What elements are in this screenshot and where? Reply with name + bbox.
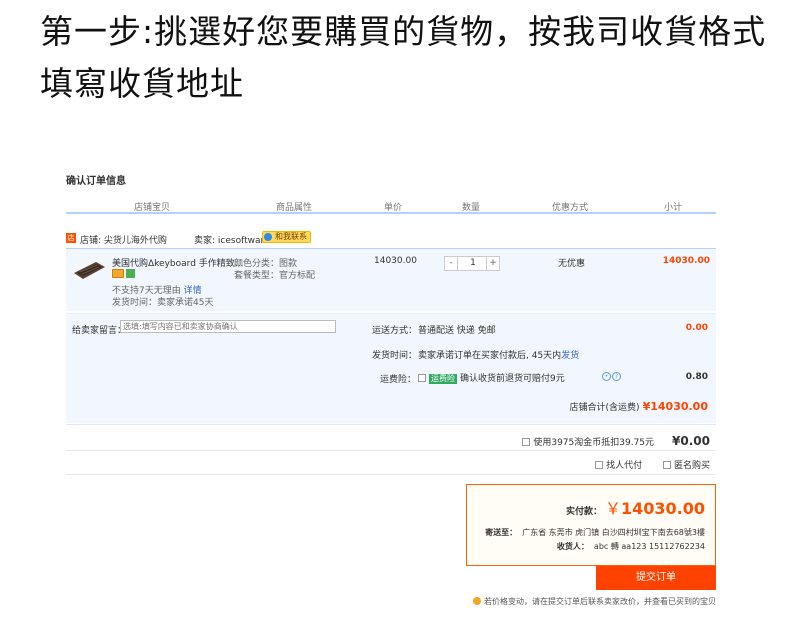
seller-message-input[interactable] xyxy=(120,320,336,333)
insurance-option: 运费险 确认收货前退货可赔付9元 xyxy=(418,371,565,384)
pay-for-me-option[interactable]: 找人代付 xyxy=(595,461,642,471)
warning-icon xyxy=(473,597,481,605)
order-item: 美国代购Δkeyboard 手作精致... 不支持7天无理由 详情 发货时间：卖… xyxy=(66,248,716,311)
insurance-label: 运费险： xyxy=(380,375,417,385)
item-ship-time: 发货时间：卖家承诺45天 xyxy=(112,298,214,308)
shipping-cost: 0.00 xyxy=(685,323,708,333)
contact-seller-button[interactable]: 和我联系 xyxy=(262,231,311,243)
insurance-cost: 0.80 xyxy=(685,372,708,382)
shipping-method[interactable]: 普通配送 快递 免邮 xyxy=(418,323,496,336)
receiver-info: 收货人： abc 轉 aa123 15112762234 xyxy=(556,542,705,551)
item-subtotal: 14030.00 xyxy=(662,256,710,266)
actual-payment-amount: 14030.00 xyxy=(620,499,705,518)
points-row: 使用3975淘金币抵扣39.75元 ¥0.00 xyxy=(410,434,710,448)
divider xyxy=(66,474,716,475)
payment-options: 找人代付 匿名购买 xyxy=(577,458,710,471)
order-details: 给卖家留言： 运送方式： 普通配送 快递 免邮 0.00 发货时间： 卖家承诺订… xyxy=(66,313,716,423)
guarantee-icon xyxy=(126,269,135,278)
insurance-text: 确认收货前退货可赔付9元 xyxy=(460,374,565,384)
shipping-label: 运送方式： xyxy=(372,326,418,336)
divider xyxy=(66,450,716,451)
help-icon[interactable]: ? xyxy=(612,372,621,381)
insurance-checkbox[interactable] xyxy=(418,374,426,382)
order-title: 确认订单信息 xyxy=(66,176,126,187)
anonymous-checkbox[interactable] xyxy=(662,461,671,469)
credit-card-icon xyxy=(112,269,124,278)
quantity-input[interactable]: 1 xyxy=(459,258,487,268)
shop-total-amount: ¥14030.00 xyxy=(642,400,708,413)
quantity-increase-button[interactable]: + xyxy=(486,257,499,270)
shop-icon: 店 xyxy=(66,233,76,243)
points-amount: ¥0.00 xyxy=(672,434,710,448)
delivery-label: 发货时间： xyxy=(372,351,418,361)
payment-summary: 实付款： ￥14030.00 寄送至： 广东省 东莞市 虎门镇 白沙四村圳宝下南去6… xyxy=(466,484,716,566)
item-discount: 无优惠 xyxy=(558,259,586,269)
actual-payment: 实付款： ￥14030.00 xyxy=(565,499,705,518)
insurance-tag: 运费险 xyxy=(429,374,457,384)
insurance-help-icons: •? xyxy=(602,371,622,381)
delivery-link[interactable]: 发货 xyxy=(561,351,579,361)
page-heading: 第一步:挑選好您要購買的貨物，按我司收貨格式填寫收貨地址 xyxy=(40,12,767,103)
keyboard-thumbnail[interactable] xyxy=(72,259,106,281)
shipping-address: 寄送至： 广东省 东莞市 虎门镇 白沙四村圳宝下南去68號3樓 xyxy=(485,528,705,537)
item-name-link[interactable]: 美国代购Δkeyboard 手作精致... xyxy=(112,256,243,269)
quantity-stepper: - 1 + xyxy=(444,256,500,271)
quantity-decrease-button[interactable]: - xyxy=(445,257,458,270)
points-checkbox[interactable] xyxy=(522,438,531,446)
delivery-promise: 卖家承诺订单在买家付款后, 45天内发货 xyxy=(418,351,580,361)
anonymous-purchase-option[interactable]: 匿名购买 xyxy=(662,461,710,471)
item-badges xyxy=(112,269,135,281)
seller-name: 卖家: icesoftware xyxy=(194,236,270,246)
item-unit-price: 14030.00 xyxy=(374,256,417,266)
message-label: 给卖家留言： xyxy=(72,326,127,336)
header-divider xyxy=(66,212,716,214)
divider xyxy=(66,424,716,425)
points-text: 使用3975淘金币抵扣39.75元 xyxy=(533,438,655,448)
submit-order-button[interactable]: 提交订单 xyxy=(596,566,716,590)
chat-icon[interactable]: • xyxy=(602,372,611,381)
shop-row: 店 店铺: 尖货儿海外代购 卖家: icesoftware 和我联系 xyxy=(66,230,716,248)
shop-total: 店铺合计(含运费) ¥14030.00 xyxy=(569,400,708,413)
item-package-attr: 套餐类型：官方标配 xyxy=(234,271,316,281)
pay-for-me-checkbox[interactable] xyxy=(595,461,604,469)
shop-name[interactable]: 店铺: 尖货儿海外代购 xyxy=(80,233,167,246)
price-change-tip: 若价格变动，请在提交订单后联系卖家改价，并查看已买到的宝贝 xyxy=(473,596,716,607)
